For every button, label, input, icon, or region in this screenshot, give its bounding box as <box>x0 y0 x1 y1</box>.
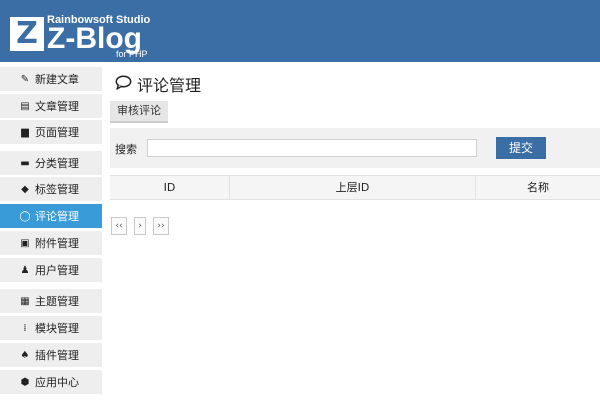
sidebar-item-plugin-manage[interactable]: ♠ 插件管理 <box>0 343 102 367</box>
brand-subtitle: for PHP <box>116 49 148 59</box>
comment-icon: ◯ <box>19 210 31 222</box>
sidebar-item-comment-manage[interactable]: ◯ 评论管理 <box>0 204 102 228</box>
sidebar-item-tag-manage[interactable]: ◆ 标签管理 <box>0 177 102 201</box>
search-bar: 搜索 提交 <box>110 128 600 168</box>
sidebar-item-theme-manage[interactable]: ▦ 主题管理 <box>0 289 102 313</box>
sidebar-item-label: 评论管理 <box>35 210 79 223</box>
theme-icon: ▦ <box>20 295 30 307</box>
pager-next-button[interactable]: › <box>134 217 146 235</box>
sidebar-item-label: 附件管理 <box>35 237 79 250</box>
page-icon: ▆ <box>21 126 29 138</box>
sidebar-item-label: 插件管理 <box>35 349 79 362</box>
sidebar-nav: ✎ 新建文章 ▤ 文章管理 ▆ 页面管理 ▬ 分类管理 ◆ 标签管理 ◯ 评论管… <box>0 62 102 415</box>
attachment-icon: ▣ <box>20 237 30 249</box>
sidebar-item-category-manage[interactable]: ▬ 分类管理 <box>0 151 102 175</box>
sidebar-item-new-article[interactable]: ✎ 新建文章 <box>0 67 102 91</box>
sidebar-item-label: 应用中心 <box>35 376 79 389</box>
submit-button[interactable]: 提交 <box>496 137 546 159</box>
folder-icon: ▬ <box>20 157 30 169</box>
sidebar-item-module-manage[interactable]: ⁞ 模块管理 <box>0 316 102 340</box>
module-icon: ⁞ <box>23 322 27 334</box>
comment-icon <box>115 74 132 94</box>
sidebar-item-label: 模块管理 <box>35 322 79 335</box>
tab-review-comments[interactable]: 审核评论 <box>110 101 168 123</box>
comments-table-header: ID 上层ID 名称 <box>110 175 600 200</box>
column-header-name: 名称 <box>527 181 549 194</box>
pencil-icon: ✎ <box>20 73 30 85</box>
pager-first-button[interactable]: ‹‹ <box>111 217 127 235</box>
tag-icon: ◆ <box>21 183 29 195</box>
sidebar-item-page-manage[interactable]: ▆ 页面管理 <box>0 120 102 144</box>
page-title-text: 评论管理 <box>137 76 202 95</box>
sidebar-item-user-manage[interactable]: ♟ 用户管理 <box>0 258 102 282</box>
app-header: Z Rainbowsoft Studio Z-Blog for PHP <box>0 0 600 62</box>
column-header-id: ID <box>110 176 230 199</box>
pager-last-button[interactable]: ›› <box>153 217 169 235</box>
sidebar-item-label: 主题管理 <box>35 295 79 308</box>
article-icon: ▤ <box>20 100 30 112</box>
sidebar-item-article-manage[interactable]: ▤ 文章管理 <box>0 94 102 118</box>
sidebar-item-label: 文章管理 <box>35 100 79 113</box>
sidebar-item-label: 用户管理 <box>35 264 79 277</box>
search-input[interactable] <box>147 139 477 157</box>
search-label: 搜索 <box>115 143 137 156</box>
sidebar-item-label: 新建文章 <box>35 73 79 86</box>
sidebar-item-attachment-manage[interactable]: ▣ 附件管理 <box>0 231 102 255</box>
sidebar-item-app-center[interactable]: ⬢ 应用中心 <box>0 370 102 394</box>
zblog-logo-icon[interactable]: Z <box>10 17 44 51</box>
user-icon: ♟ <box>20 264 30 276</box>
column-header-parent-id: 上层ID <box>230 176 476 199</box>
sidebar-item-label: 标签管理 <box>35 183 79 196</box>
sidebar-item-label: 分类管理 <box>35 157 79 170</box>
page-title: 评论管理 <box>115 73 201 95</box>
plugin-icon: ♠ <box>20 349 30 361</box>
sidebar-item-label: 页面管理 <box>35 126 79 139</box>
app-center-icon: ⬢ <box>20 376 30 388</box>
